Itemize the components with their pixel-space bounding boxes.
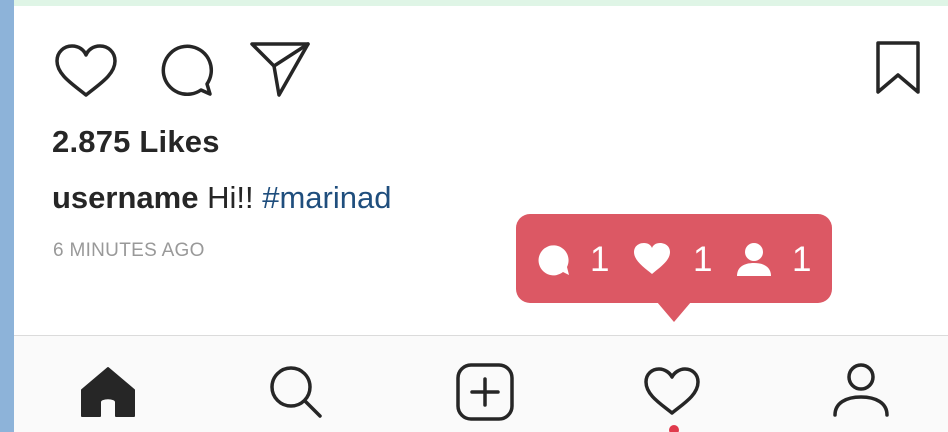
post-timestamp: 6 MINUTES AGO [53,240,205,261]
follow-count: 1 [792,240,812,279]
notification-follows: 1 [734,238,814,280]
bookmark-icon[interactable] [875,40,921,96]
caption-hashtag[interactable]: #marinad [262,180,391,215]
person-filled-icon [737,243,771,276]
comment-count: 1 [590,240,610,279]
heart-icon[interactable] [54,43,118,99]
caption-text: Hi!! [207,180,254,215]
profile-icon[interactable] [832,362,890,418]
home-icon[interactable] [80,366,136,418]
search-icon[interactable] [268,364,324,420]
likes-count[interactable]: 2.875 Likes [52,124,220,160]
send-icon[interactable] [249,40,311,98]
notification-comments: 1 [536,238,616,280]
activity-notification[interactable]: 1 1 1 [516,214,832,303]
like-count: 1 [693,240,713,279]
activity-icon[interactable] [643,366,701,416]
notification-likes: 1 [633,238,713,280]
caption: username Hi!! #marinad [52,180,391,216]
heart-filled-icon [634,243,670,274]
left-strip [0,0,14,432]
add-icon[interactable] [455,362,515,422]
caption-username[interactable]: username [52,180,198,215]
top-strip [0,0,948,6]
comment-icon[interactable] [158,44,214,98]
active-tab-indicator [669,425,679,432]
comment-filled-icon [538,245,569,276]
notification-pointer [657,302,691,322]
